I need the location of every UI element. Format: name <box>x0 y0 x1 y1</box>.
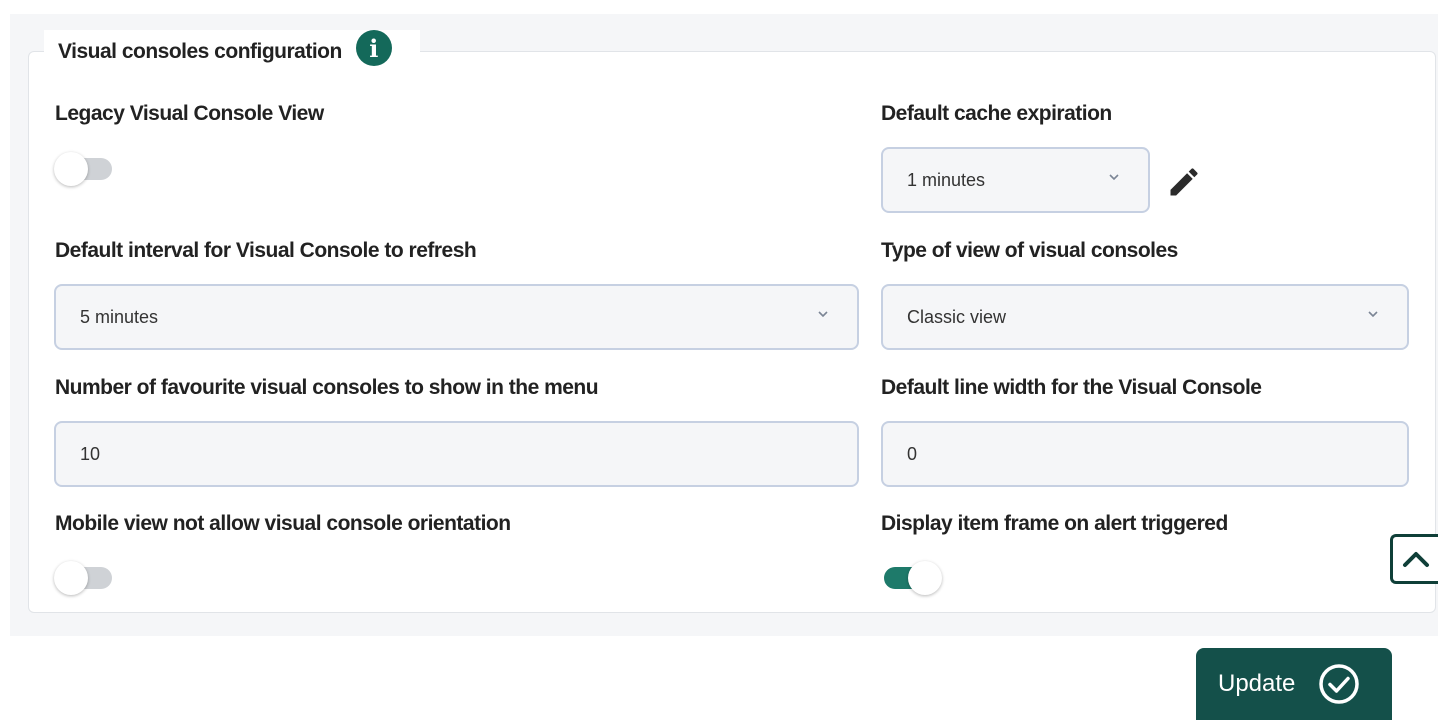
item-frame-toggle[interactable] <box>880 557 942 595</box>
section-title: Visual consoles configuration <box>58 40 342 63</box>
line-width-label: Default line width for the Visual Consol… <box>881 376 1262 399</box>
check-circle-icon <box>1319 664 1360 704</box>
update-button[interactable]: Update <box>1196 648 1392 720</box>
view-type-select[interactable]: Classic view <box>881 284 1409 350</box>
pencil-icon[interactable] <box>1166 164 1202 200</box>
line-width-input[interactable]: 0 <box>881 421 1409 487</box>
scroll-top-button[interactable] <box>1390 534 1438 584</box>
update-button-label: Update <box>1218 670 1296 697</box>
favourites-value: 10 <box>80 443 101 464</box>
refresh-interval-label: Default interval for Visual Console to r… <box>55 239 477 262</box>
legacy-view-toggle[interactable] <box>54 148 114 186</box>
mobile-orientation-toggle[interactable] <box>54 557 114 595</box>
favourites-label: Number of favourite visual consoles to s… <box>55 376 599 399</box>
toggle-knob <box>54 152 88 186</box>
view-type-label: Type of view of visual consoles <box>881 239 1178 262</box>
favourites-input[interactable]: 10 <box>54 421 859 487</box>
chevron-down-icon <box>1109 174 1119 181</box>
cache-expiration-label: Default cache expiration <box>881 102 1112 125</box>
refresh-interval-select[interactable]: 5 minutes <box>54 284 859 350</box>
legacy-view-label: Legacy Visual Console View <box>55 102 324 125</box>
line-width-value: 0 <box>907 443 918 464</box>
toggle-knob <box>908 561 942 595</box>
mobile-orientation-label: Mobile view not allow visual console ori… <box>55 512 511 535</box>
view-type-value: Classic view <box>907 306 1007 327</box>
toggle-knob <box>54 561 88 595</box>
info-icon[interactable]: i <box>355 30 392 66</box>
refresh-interval-value: 5 minutes <box>80 306 159 327</box>
item-frame-label: Display item frame on alert triggered <box>881 512 1228 535</box>
chevron-down-icon <box>1368 311 1378 318</box>
cache-expiration-select[interactable]: 1 minutes <box>881 147 1150 213</box>
chevron-up-icon <box>1402 552 1429 567</box>
cache-expiration-value: 1 minutes <box>907 169 986 190</box>
chevron-down-icon <box>818 311 828 318</box>
fieldset-legend: Visual consoles configuration i <box>44 30 420 74</box>
